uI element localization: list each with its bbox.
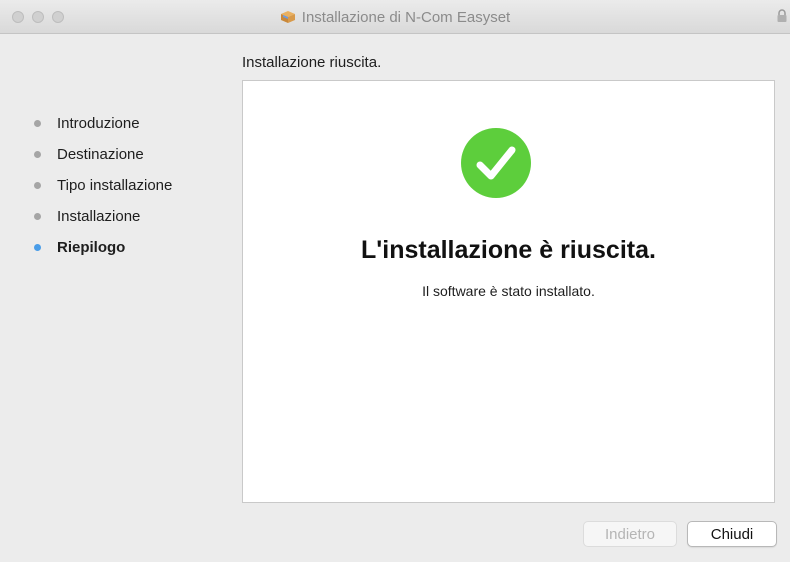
package-icon: [280, 10, 296, 24]
step-label: Tipo installazione: [57, 177, 173, 194]
installer-window: Installazione di N-Com Easyset Installaz…: [0, 0, 790, 562]
step-destinazione: Destinazione: [30, 139, 230, 170]
success-title: L'installazione è riuscita.: [361, 236, 656, 264]
title-bar[interactable]: Installazione di N-Com Easyset: [0, 0, 790, 34]
lock-icon: [776, 8, 788, 24]
step-installazione: Installazione: [30, 201, 230, 232]
step-dot-icon: [34, 151, 41, 158]
title-container: Installazione di N-Com Easyset: [0, 0, 790, 34]
success-message: Il software è stato installato.: [422, 283, 595, 299]
step-riepilogo: Riepilogo: [30, 232, 230, 263]
step-tipo-installazione: Tipo installazione: [30, 170, 230, 201]
page-heading: Installazione riuscita.: [242, 54, 382, 71]
step-introduzione: Introduzione: [30, 108, 230, 139]
back-button[interactable]: Indietro: [583, 521, 677, 547]
steps-sidebar: Introduzione Destinazione Tipo installaz…: [30, 108, 230, 263]
step-dot-active-icon: [34, 244, 41, 251]
close-button[interactable]: Chiudi: [687, 521, 777, 547]
step-label: Destinazione: [57, 146, 144, 163]
step-dot-icon: [34, 213, 41, 220]
step-label: Introduzione: [57, 115, 140, 132]
step-label: Riepilogo: [57, 239, 126, 256]
checkmark-icon: [461, 128, 531, 198]
window-title: Installazione di N-Com Easyset: [301, 8, 511, 26]
step-label: Installazione: [57, 208, 141, 225]
step-dot-icon: [34, 182, 41, 189]
step-dot-icon: [34, 120, 41, 127]
content-panel: L'installazione è riuscita. Il software …: [242, 80, 775, 503]
